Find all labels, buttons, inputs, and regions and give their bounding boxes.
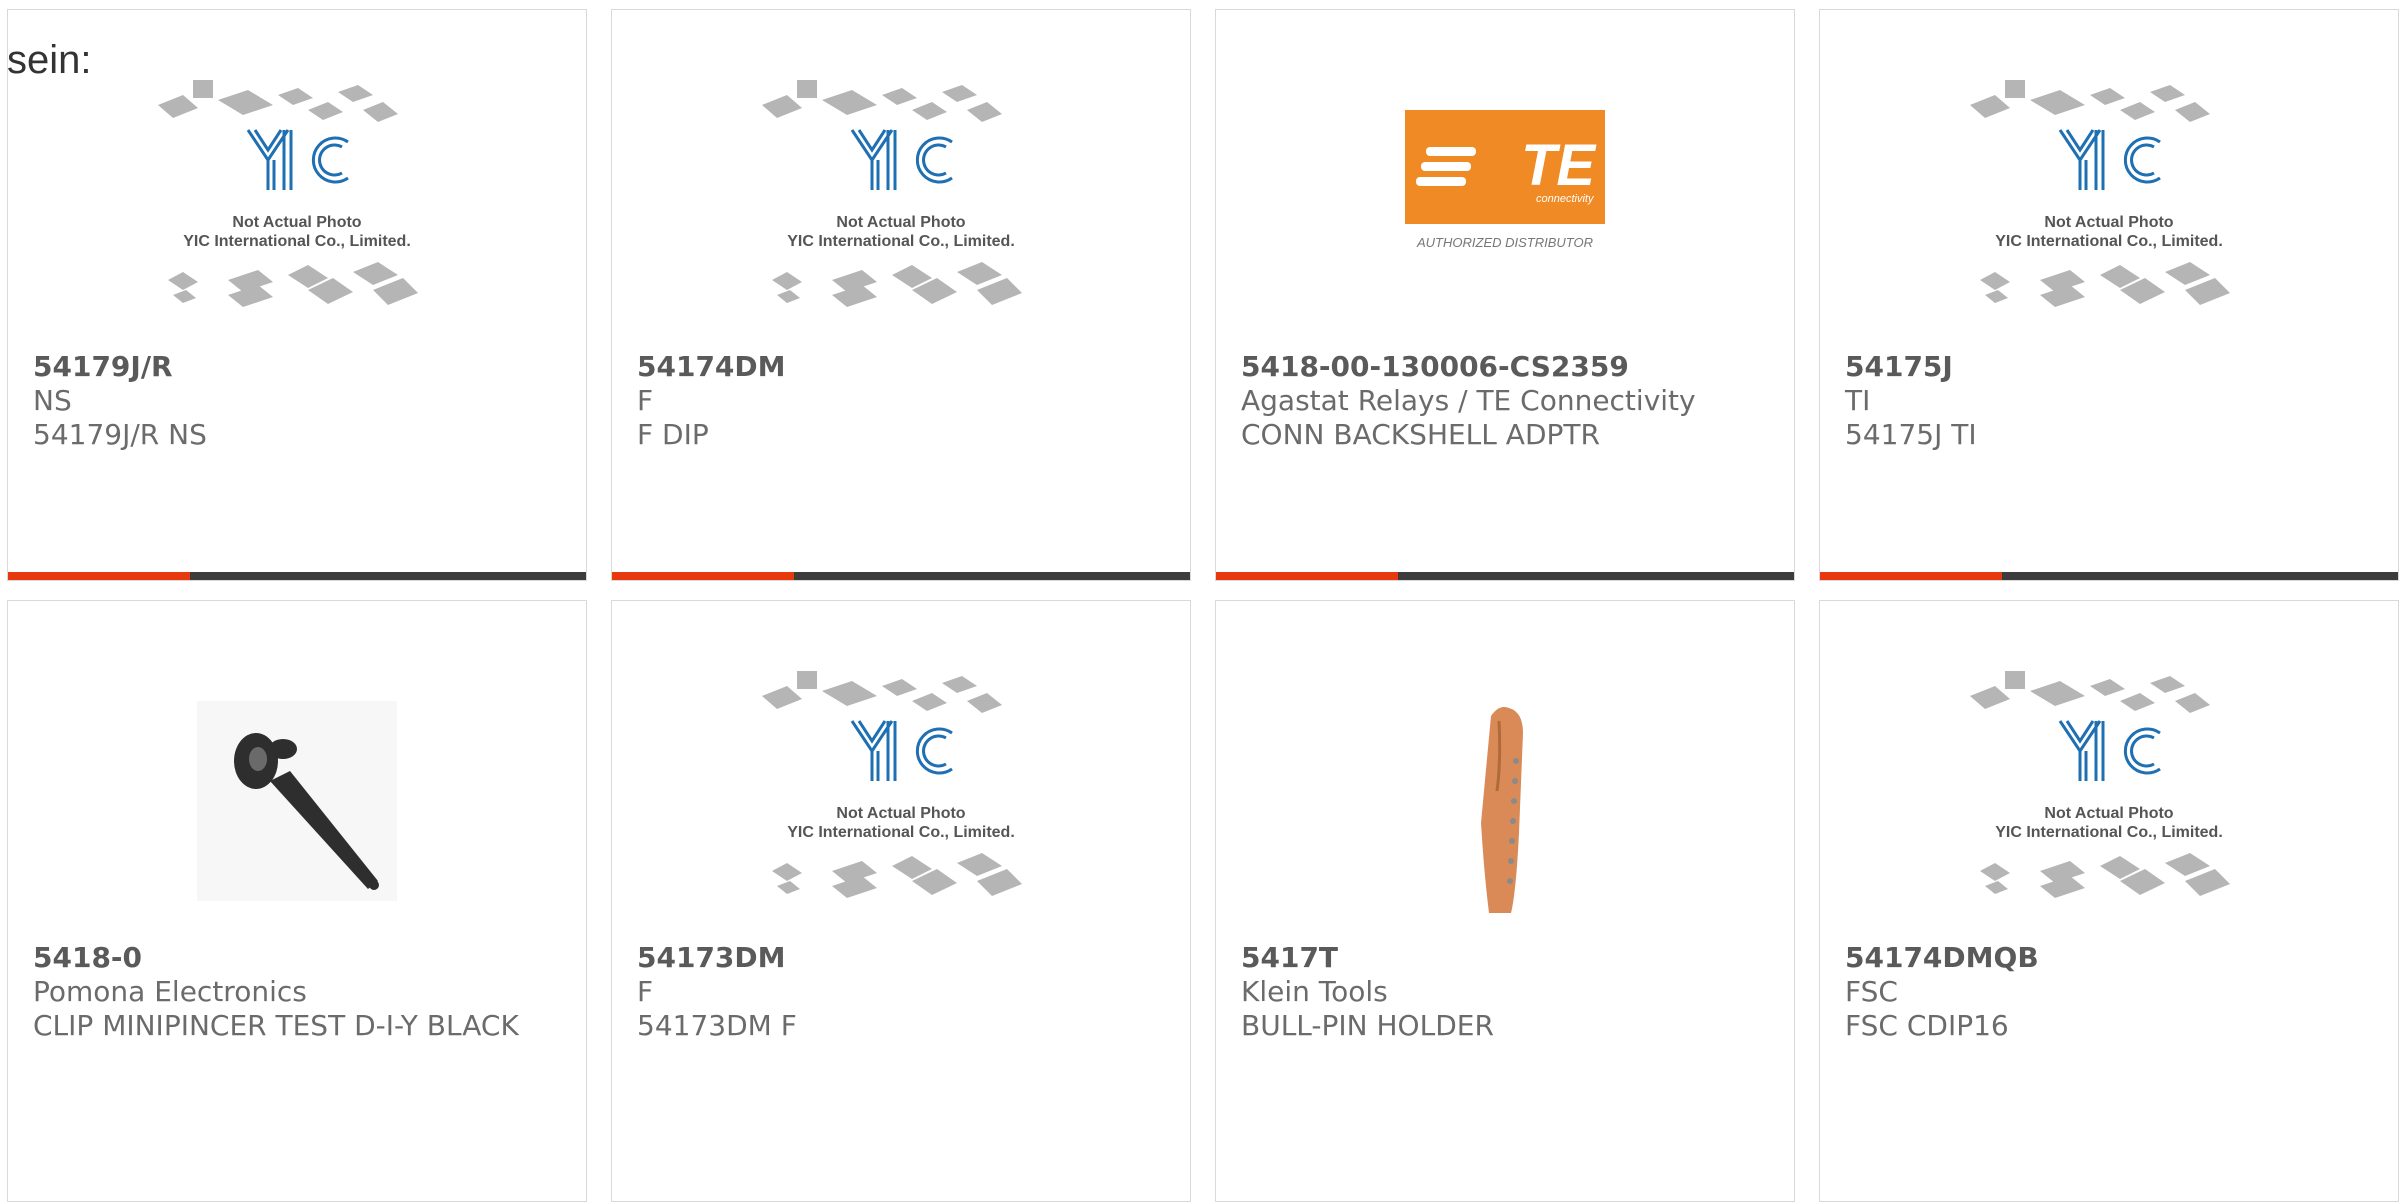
product-card[interactable]: 5418-0 Pomona Electronics CLIP MINIPINCE…	[7, 600, 587, 1202]
description: CLIP MINIPINCER TEST D-I-Y BLACK	[33, 1009, 519, 1042]
product-grid: Not Actual Photo YIC International Co., …	[7, 9, 2400, 1202]
description: BULL-PIN HOLDER	[1241, 1009, 1494, 1042]
card-accent-bar	[8, 572, 586, 580]
manufacturer: NS	[33, 384, 72, 417]
product-card[interactable]: Not Actual Photo YIC International Co., …	[1819, 600, 2399, 1202]
placeholder-line2: YIC International Co., Limited.	[1995, 233, 2223, 250]
product-card[interactable]: Not Actual Photo YIC International Co., …	[611, 600, 1191, 1202]
yic-placeholder-image: Not Actual Photo YIC International Co., …	[1970, 671, 2230, 898]
description: 54173DM F	[637, 1009, 797, 1042]
manufacturer: FSC	[1845, 975, 1898, 1008]
te-logo-caption: AUTHORIZED DISTRIBUTOR	[1416, 235, 1593, 250]
part-number[interactable]: 54174DM	[637, 350, 1170, 384]
intro-text: sein:	[7, 38, 92, 82]
test-clip-image	[197, 701, 397, 901]
yic-placeholder-image: Not Actual Photo YIC International Co., …	[762, 80, 1022, 307]
product-info: 5417T Klein Tools BULL-PIN HOLDER	[1241, 941, 1774, 1043]
placeholder-line1: Not Actual Photo	[232, 214, 361, 231]
product-info: 54175J TI 54175J TI	[1845, 350, 2378, 452]
placeholder-line2: YIC International Co., Limited.	[183, 233, 411, 250]
manufacturer: F	[637, 384, 654, 417]
product-card[interactable]: Not Actual Photo YIC International Co., …	[7, 9, 587, 581]
te-connectivity-logo: TE connectivity AUTHORIZED DISTRIBUTOR	[1405, 110, 1605, 250]
product-card[interactable]: Not Actual Photo YIC International Co., …	[1819, 9, 2399, 581]
manufacturer: Agastat Relays / TE Connectivity	[1241, 384, 1696, 417]
product-card[interactable]: Not Actual Photo YIC International Co., …	[611, 9, 1191, 581]
yic-placeholder-image: Not Actual Photo YIC International Co., …	[158, 80, 418, 307]
placeholder-line1: Not Actual Photo	[836, 805, 965, 822]
product-info: 54174DMQB FSC FSC CDIP16	[1845, 941, 2378, 1043]
part-number[interactable]: 54173DM	[637, 941, 1170, 975]
part-number[interactable]: 54174DMQB	[1845, 941, 2378, 975]
product-info: 54174DM F F DIP	[637, 350, 1170, 452]
te-logo-text: TE	[1521, 133, 1597, 198]
manufacturer: Pomona Electronics	[33, 975, 307, 1008]
yic-placeholder-image: Not Actual Photo YIC International Co., …	[1970, 80, 2230, 307]
product-info: 54173DM F 54173DM F	[637, 941, 1170, 1043]
card-accent-bar	[1216, 572, 1794, 580]
placeholder-line1: Not Actual Photo	[2044, 805, 2173, 822]
product-info: 54179J/R NS 54179J/R NS	[33, 350, 566, 452]
part-number[interactable]: 5418-00-130006-CS2359	[1241, 350, 1774, 384]
card-accent-bar	[1820, 572, 2398, 580]
placeholder-line1: Not Actual Photo	[2044, 214, 2173, 231]
description: F DIP	[637, 418, 709, 451]
description: CONN BACKSHELL ADPTR	[1241, 418, 1600, 451]
part-number[interactable]: 54179J/R	[33, 350, 566, 384]
manufacturer: F	[637, 975, 654, 1008]
part-number[interactable]: 54175J	[1845, 350, 2378, 384]
manufacturer: TI	[1845, 384, 1871, 417]
placeholder-line1: Not Actual Photo	[836, 214, 965, 231]
te-logo-sub: connectivity	[1536, 193, 1595, 205]
description: 54179J/R NS	[33, 418, 207, 451]
placeholder-line2: YIC International Co., Limited.	[787, 233, 1015, 250]
description: 54175J TI	[1845, 418, 1977, 451]
placeholder-line2: YIC International Co., Limited.	[787, 824, 1015, 841]
yic-placeholder-image: Not Actual Photo YIC International Co., …	[762, 671, 1022, 898]
product-card[interactable]: 5417T Klein Tools BULL-PIN HOLDER	[1215, 600, 1795, 1202]
leather-holder-image	[1481, 707, 1523, 913]
product-card[interactable]: TE connectivity AUTHORIZED DISTRIBUTOR 5…	[1215, 9, 1795, 581]
placeholder-line2: YIC International Co., Limited.	[1995, 824, 2223, 841]
manufacturer: Klein Tools	[1241, 975, 1388, 1008]
product-info: 5418-0 Pomona Electronics CLIP MINIPINCE…	[33, 941, 566, 1043]
part-number[interactable]: 5418-0	[33, 941, 566, 975]
product-info: 5418-00-130006-CS2359 Agastat Relays / T…	[1241, 350, 1774, 452]
description: FSC CDIP16	[1845, 1009, 2009, 1042]
card-accent-bar	[612, 572, 1190, 580]
part-number[interactable]: 5417T	[1241, 941, 1774, 975]
